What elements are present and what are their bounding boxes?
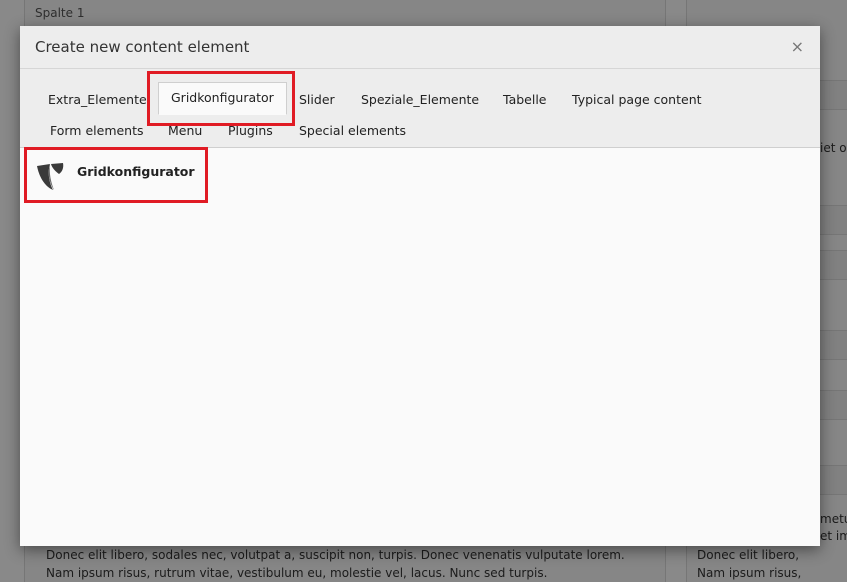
tab-plugins[interactable]: Plugins <box>228 115 273 146</box>
close-icon[interactable]: × <box>791 37 804 56</box>
new-content-element-modal: Create new content element × Extra_Eleme… <box>20 26 820 546</box>
modal-title: Create new content element <box>35 38 250 56</box>
tab-slider[interactable]: Slider <box>299 84 335 115</box>
tab-typical-page-content[interactable]: Typical page content <box>572 84 702 115</box>
tab-menu[interactable]: Menu <box>168 115 202 146</box>
tab-gridkonfigurator[interactable]: Gridkonfigurator <box>158 82 287 115</box>
tab-form-elements[interactable]: Form elements <box>50 115 144 146</box>
modal-header: Create new content element × <box>20 26 820 69</box>
typo3-logo-icon <box>37 163 64 190</box>
tab-tabelle[interactable]: Tabelle <box>503 84 547 115</box>
tab-extra-elemente[interactable]: Extra_Elemente <box>48 84 147 115</box>
tab-special-elements[interactable]: Special elements <box>299 115 406 146</box>
tab-speziale-elemente[interactable]: Speziale_Elemente <box>361 84 479 115</box>
content-element-gridkonfigurator[interactable]: Gridkonfigurator <box>30 156 200 196</box>
tab-bar: Extra_Elemente Gridkonfigurator Slider S… <box>20 69 820 148</box>
content-element-label: Gridkonfigurator <box>77 164 195 179</box>
